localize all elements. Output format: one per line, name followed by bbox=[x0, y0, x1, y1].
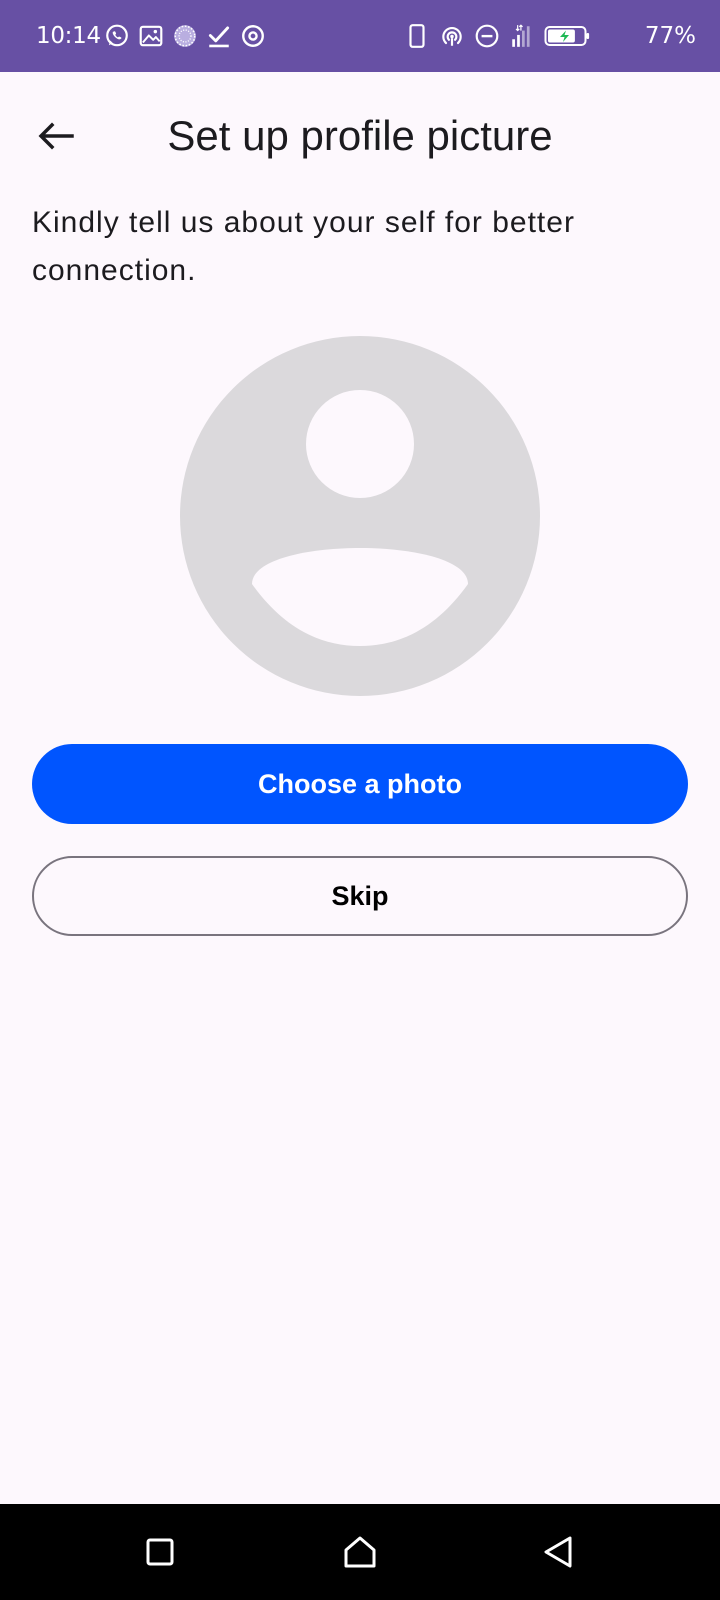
sync-icon bbox=[174, 25, 196, 47]
signal-icon bbox=[512, 24, 530, 47]
hotspot-icon bbox=[442, 27, 462, 46]
target-icon bbox=[242, 25, 264, 47]
back-triangle-icon bbox=[544, 1536, 572, 1568]
recents-button[interactable] bbox=[136, 1528, 184, 1576]
skip-button[interactable]: Skip bbox=[32, 856, 688, 936]
subtitle-text: Kindly tell us about your self for bette… bbox=[32, 206, 575, 287]
home-button[interactable] bbox=[336, 1528, 384, 1576]
battery-percent: 77% bbox=[644, 23, 696, 49]
status-bar: 10:14 77% bbox=[0, 0, 720, 72]
status-time: 10:14 bbox=[36, 23, 101, 49]
phone-outline-icon bbox=[409, 24, 425, 48]
do-not-disturb-icon bbox=[475, 24, 499, 48]
home-icon bbox=[344, 1536, 376, 1568]
recents-square-icon bbox=[146, 1538, 174, 1566]
page-title: Set up profile picture bbox=[167, 112, 553, 159]
whatsapp-icon bbox=[106, 24, 128, 47]
choose-photo-button[interactable]: Choose a photo bbox=[32, 744, 688, 824]
back-nav-button[interactable] bbox=[534, 1528, 582, 1576]
gallery-icon bbox=[139, 25, 163, 47]
status-system-icons bbox=[404, 22, 590, 50]
battery-icon bbox=[544, 26, 590, 46]
status-notification-icons bbox=[104, 22, 266, 50]
avatar-placeholder[interactable] bbox=[180, 336, 540, 696]
navigation-bar bbox=[0, 1504, 720, 1600]
check-icon bbox=[208, 26, 230, 48]
